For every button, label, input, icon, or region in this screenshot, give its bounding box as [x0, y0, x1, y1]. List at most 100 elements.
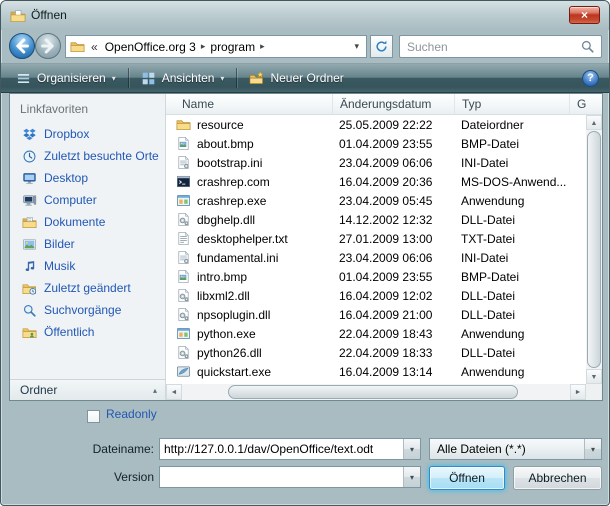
forward-button[interactable] — [35, 33, 61, 59]
sidebar-item-pictures[interactable]: Bilder — [10, 233, 165, 255]
back-button[interactable] — [9, 33, 35, 59]
favorites-sidebar: Linkfavoriten DropboxZuletzt besuchte Or… — [10, 94, 166, 400]
horizontal-scrollbar[interactable]: ◄ ► — [166, 384, 586, 400]
scroll-up-button[interactable]: ▲ — [586, 115, 602, 130]
filename-input[interactable] — [160, 439, 403, 459]
readonly-label[interactable]: Readonly — [106, 407, 157, 421]
version-dropdown-button[interactable]: ▾ — [403, 467, 420, 487]
version-label: Version — [61, 470, 154, 484]
filename-label: Dateiname: — [61, 442, 154, 456]
filetype-combobox[interactable]: Alle Dateien (*.*) ▾ — [429, 438, 602, 460]
breadcrumb-item-openoffice[interactable]: OpenOffice.org 3 — [101, 40, 200, 54]
scrollbar-corner — [586, 384, 602, 400]
search-input[interactable] — [400, 40, 580, 54]
breadcrumb-overflow[interactable]: « — [91, 40, 98, 54]
new-folder-label: Neuer Ordner — [270, 71, 343, 85]
chevron-down-icon: ▾ — [591, 445, 595, 454]
folder-file-icon — [176, 117, 191, 132]
favorites-header: Linkfavoriten — [10, 94, 165, 121]
file-row-desktophelper.txt[interactable]: desktophelper.txt27.01.2009 13:00TXT-Dat… — [166, 229, 586, 248]
sidebar-item-documents[interactable]: Dokumente — [10, 211, 165, 233]
ini-file-icon — [176, 155, 191, 170]
filename-combobox: ▾ — [159, 438, 421, 460]
filetype-dropdown-button[interactable]: ▾ — [584, 439, 601, 459]
computer-icon — [22, 193, 37, 208]
file-rows: resource25.05.2009 22:22Dateiordnerabout… — [166, 115, 586, 384]
file-row-about.bmp[interactable]: about.bmp01.04.2009 23:55BMP-Datei — [166, 134, 586, 153]
file-row-libxml2.dll[interactable]: libxml2.dll16.04.2009 12:02DLL-Datei — [166, 286, 586, 305]
file-row-fundamental.ini[interactable]: fundamental.ini23.04.2009 06:06INI-Datei — [166, 248, 586, 267]
music-icon — [22, 259, 37, 274]
scroll-left-button[interactable]: ◄ — [166, 384, 182, 400]
address-bar[interactable]: « OpenOffice.org 3 ▸ program ▸ ▾ — [65, 35, 367, 58]
new-folder-button[interactable]: Neuer Ordner — [240, 66, 352, 90]
horizontal-scrollbar-thumb[interactable] — [228, 385, 518, 399]
cancel-button[interactable]: Abbrechen — [513, 466, 602, 490]
scroll-right-icon: ► — [575, 389, 582, 396]
column-header-row: Name Änderungsdatum Typ G — [166, 94, 602, 115]
close-button[interactable]: × — [569, 6, 600, 24]
back-arrow-icon — [10, 34, 34, 58]
sidebar-item-desktop[interactable]: Desktop — [10, 167, 165, 189]
scroll-down-icon: ▼ — [591, 374, 598, 381]
folders-toggle[interactable]: Ordner ▴ — [10, 379, 165, 400]
chevron-down-icon: ▾ — [220, 74, 224, 83]
file-row-npsoplugin.dll[interactable]: npsoplugin.dll16.04.2009 21:00DLL-Datei — [166, 305, 586, 324]
close-icon: × — [581, 8, 588, 22]
dropbox-icon — [22, 127, 37, 142]
file-row-python.exe[interactable]: python.exe22.04.2009 18:43Anwendung — [166, 324, 586, 343]
file-row-intro.bmp[interactable]: intro.bmp01.04.2009 23:55BMP-Datei — [166, 267, 586, 286]
chevron-down-icon: ▾ — [410, 445, 414, 454]
vertical-scrollbar-thumb[interactable] — [587, 131, 601, 368]
readonly-checkbox[interactable] — [87, 410, 100, 423]
txt-file-icon — [176, 231, 191, 246]
exe-file-icon — [176, 193, 191, 208]
public-icon — [22, 325, 37, 340]
file-row-quickstart.exe[interactable]: quickstart.exe16.04.2009 13:14Anwendung — [166, 362, 586, 381]
open-dialog: Öffnen × « OpenOffice.org 3 ▸ program ▸ … — [0, 0, 610, 506]
new-folder-icon — [249, 71, 264, 86]
help-button[interactable]: ? — [582, 70, 599, 87]
filename-dropdown-button[interactable]: ▾ — [403, 439, 420, 459]
crumb-separator-icon[interactable]: ▸ — [259, 41, 266, 52]
folders-chevron-icon: ▴ — [153, 386, 157, 395]
column-header-type[interactable]: Typ — [455, 94, 570, 114]
search-box[interactable] — [399, 35, 602, 58]
version-combobox[interactable]: ▾ — [159, 466, 421, 488]
views-icon — [141, 71, 156, 86]
scroll-down-button[interactable]: ▼ — [586, 369, 602, 384]
refresh-icon — [374, 39, 389, 54]
file-row-crashrep.exe[interactable]: crashrep.exe23.04.2009 05:45Anwendung — [166, 191, 586, 210]
sidebar-item-computer[interactable]: Computer — [10, 189, 165, 211]
search-icon — [580, 39, 595, 54]
sidebar-item-music[interactable]: Musik — [10, 255, 165, 277]
command-toolbar: Organisieren ▾ Ansichten ▾ Neuer Ordner … — [1, 63, 609, 93]
column-header-name[interactable]: Name — [166, 94, 333, 114]
column-header-size[interactable]: G — [570, 94, 602, 114]
file-row-dbghelp.dll[interactable]: dbghelp.dll14.12.2002 12:32DLL-Datei — [166, 210, 586, 229]
dll-file-icon — [176, 212, 191, 227]
sidebar-item-recently-changed[interactable]: Zuletzt geändert — [10, 277, 165, 299]
sidebar-item-dropbox[interactable]: Dropbox — [10, 123, 165, 145]
column-header-date[interactable]: Änderungsdatum — [333, 94, 455, 114]
titlebar: Öffnen × — [1, 1, 609, 30]
organize-menu-button[interactable]: Organisieren ▾ — [7, 66, 125, 90]
address-folder-icon — [70, 39, 85, 54]
views-menu-button[interactable]: Ansichten ▾ — [132, 66, 234, 90]
file-list-pane: Name Änderungsdatum Typ G resource25.05.… — [166, 94, 602, 400]
file-row-crashrep.com[interactable]: crashrep.com16.04.2009 20:36MS-DOS-Anwen… — [166, 172, 586, 191]
file-row-python26.dll[interactable]: python26.dll22.04.2009 18:33DLL-Datei — [166, 343, 586, 362]
chevron-down-icon: ▾ — [112, 74, 116, 83]
vertical-scrollbar[interactable]: ▲ ▼ — [586, 115, 602, 384]
sidebar-item-public[interactable]: Öffentlich — [10, 321, 165, 343]
address-history-dropdown[interactable]: ▾ — [347, 41, 366, 52]
breadcrumb-item-program[interactable]: program — [206, 40, 259, 54]
sidebar-item-recent-places[interactable]: Zuletzt besuchte Orte — [10, 145, 165, 167]
refresh-button[interactable] — [370, 35, 393, 58]
file-row-resource[interactable]: resource25.05.2009 22:22Dateiordner — [166, 115, 586, 134]
dialog-icon — [10, 8, 26, 24]
open-button[interactable]: Öffnen — [429, 466, 505, 490]
scroll-right-button[interactable]: ► — [570, 384, 586, 400]
sidebar-item-searches[interactable]: Suchvorgänge — [10, 299, 165, 321]
file-row-bootstrap.ini[interactable]: bootstrap.ini23.04.2009 06:06INI-Datei — [166, 153, 586, 172]
